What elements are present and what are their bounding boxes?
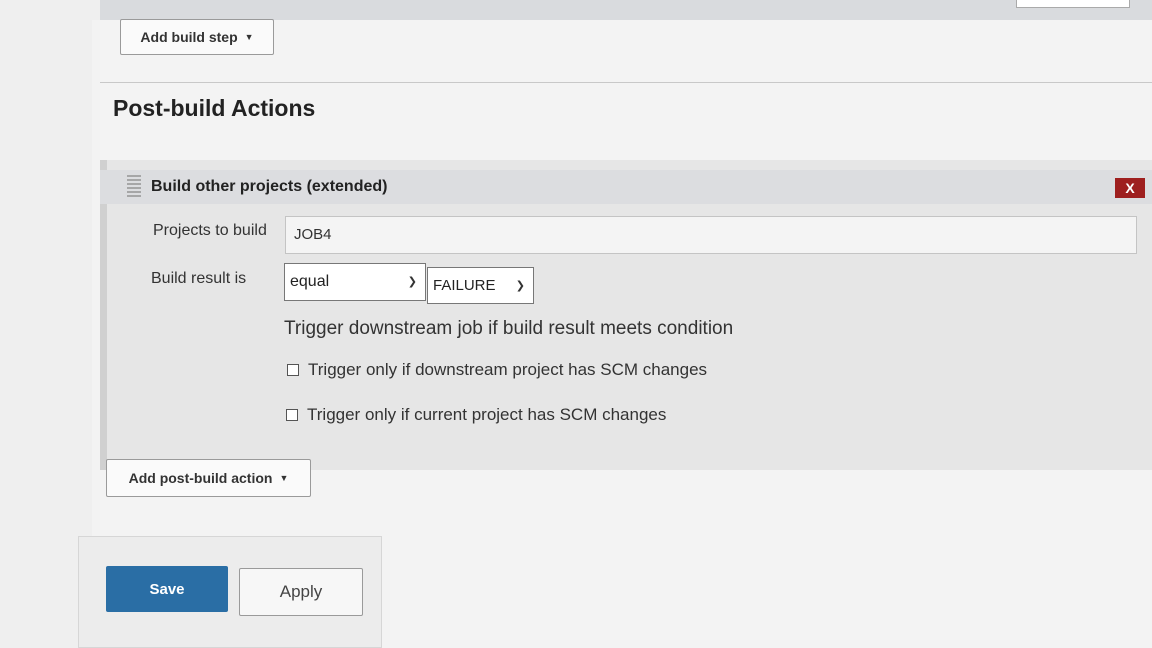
top-right-button[interactable] (1016, 0, 1130, 8)
section-divider (100, 82, 1152, 83)
delete-action-button[interactable]: X (1115, 178, 1145, 198)
chevron-down-icon: ❯ (515, 280, 525, 292)
trigger-condition-description: Trigger downstream job if build result m… (284, 318, 734, 339)
caret-down-icon: ▼ (279, 473, 289, 483)
downstream-scm-checkbox[interactable] (287, 364, 299, 376)
drag-handle-icon[interactable] (127, 175, 141, 197)
save-button[interactable]: Save (106, 566, 228, 612)
add-post-build-action-label: Add post-build action (128, 470, 273, 486)
add-post-build-action-button[interactable]: Add post-build action ▼ (106, 459, 311, 497)
build-result-label: Build result is (151, 270, 247, 287)
apply-button[interactable]: Apply (239, 568, 363, 616)
projects-to-build-input[interactable]: JOB4 (285, 216, 1137, 254)
result-compare-select[interactable]: equal ❯ (284, 263, 426, 301)
top-strip (100, 0, 1152, 20)
post-build-actions-heading: Post-build Actions (113, 95, 316, 121)
chevron-down-icon: ❯ (407, 276, 417, 288)
add-build-step-label: Add build step (140, 29, 238, 45)
panel-title: Build other projects (extended) (151, 178, 388, 195)
projects-to-build-label: Projects to build (153, 222, 267, 239)
caret-down-icon: ▼ (244, 32, 254, 42)
current-scm-option[interactable]: Trigger only if current project has SCM … (286, 405, 666, 425)
build-result-value: FAILURE (433, 277, 496, 294)
result-compare-value: equal (290, 273, 330, 290)
jenkins-job-config-page: Add build step ▼ Post-build Actions Buil… (0, 0, 1152, 648)
current-scm-checkbox[interactable] (286, 409, 298, 421)
build-result-select[interactable]: FAILURE ❯ (427, 267, 534, 304)
downstream-scm-option[interactable]: Trigger only if downstream project has S… (287, 360, 707, 380)
current-scm-label: Trigger only if current project has SCM … (307, 405, 667, 424)
downstream-scm-label: Trigger only if downstream project has S… (308, 360, 708, 379)
add-build-step-button[interactable]: Add build step ▼ (120, 19, 274, 55)
